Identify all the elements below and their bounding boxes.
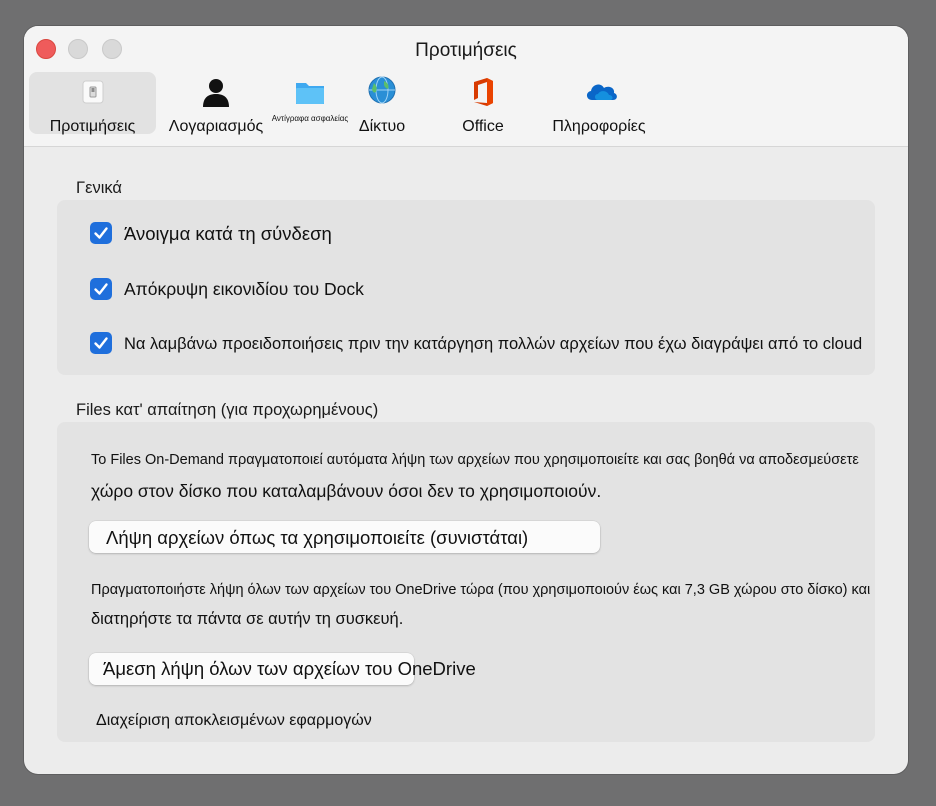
- general-section-title: Γενικά: [76, 179, 122, 197]
- office-logo-icon: [467, 76, 499, 108]
- toolbar: Προτιμήσεις Προτιμήσεις Λογαριασμός Αντί…: [24, 26, 908, 147]
- tab-account[interactable]: Λογαριασμός: [166, 72, 266, 135]
- files-on-demand-section-title: Files κατ' απαίτηση (για προχωρημένους): [76, 401, 379, 419]
- checkmark-icon: [94, 283, 108, 295]
- tab-label: Αντίγραφα ασφαλείας: [271, 114, 349, 123]
- hide-dock-icon-label: Απόκρυψη εικονιδίου του Dock: [124, 279, 364, 299]
- tab-label: Λογαριασμός: [168, 118, 264, 135]
- download-as-used-label: Λήψη αρχείων όπως τα χρησιμοποιείτε (συν…: [106, 527, 529, 548]
- download-all-now-button[interactable]: Άμεση λήψη όλων των αρχείων του OneDrive: [89, 653, 476, 685]
- delete-warning-label: Να λαμβάνω προειδοποιήσεις πριν την κατά…: [124, 335, 863, 353]
- onedrive-cloud-icon: [583, 76, 617, 108]
- tab-preferences[interactable]: Προτιμήσεις: [29, 72, 156, 135]
- manage-blocked-apps-link[interactable]: Διαχείριση αποκλεισμένων εφαρμογών: [96, 712, 372, 730]
- person-icon: [200, 76, 232, 108]
- folder-icon: [294, 76, 326, 108]
- checkmark-icon: [94, 337, 108, 349]
- tab-info[interactable]: Πληροφορίες: [544, 72, 654, 135]
- download-all-description-line1: Πραγματοποιήστε λήψη όλων των αρχείων το…: [91, 582, 871, 598]
- tab-network[interactable]: Δίκτυο: [346, 72, 418, 135]
- window-title: Προτιμήσεις: [415, 40, 517, 61]
- tab-label: Office: [462, 118, 504, 135]
- preferences-window: Προτιμήσεις Προτιμήσεις Λογαριασμός Αντί…: [24, 26, 908, 774]
- download-all-description-line2: διατηρήστε τα πάντα σε αυτήν τη συσκευή.: [91, 610, 404, 628]
- tab-label: Δίκτυο: [358, 118, 406, 135]
- tab-office[interactable]: Office: [448, 72, 518, 135]
- checkmark-icon: [94, 227, 108, 239]
- tab-label: Πληροφορίες: [552, 118, 646, 135]
- download-all-now-label: Άμεση λήψη όλων των αρχείων του OneDrive: [103, 658, 476, 679]
- tab-backup[interactable]: Αντίγραφα ασφαλείας: [268, 72, 352, 134]
- delete-warning-checkbox[interactable]: [90, 332, 112, 354]
- hide-dock-icon-checkbox[interactable]: [90, 278, 112, 300]
- files-on-demand-description-line1: Το Files On-Demand πραγματοποιεί αυτόματ…: [91, 452, 859, 468]
- globe-icon: [366, 76, 398, 108]
- download-as-used-button[interactable]: Λήψη αρχείων όπως τα χρησιμοποιείτε (συν…: [89, 521, 600, 553]
- open-at-login-label: Άνοιγμα κατά τη σύνδεση: [124, 223, 332, 244]
- files-on-demand-description-line2: χώρο στον δίσκο που καταλαμβάνουν όσοι δ…: [91, 481, 602, 501]
- tab-label: Προτιμήσεις: [49, 118, 136, 135]
- preferences-switch-icon: [77, 76, 109, 108]
- open-at-login-checkbox[interactable]: [90, 222, 112, 244]
